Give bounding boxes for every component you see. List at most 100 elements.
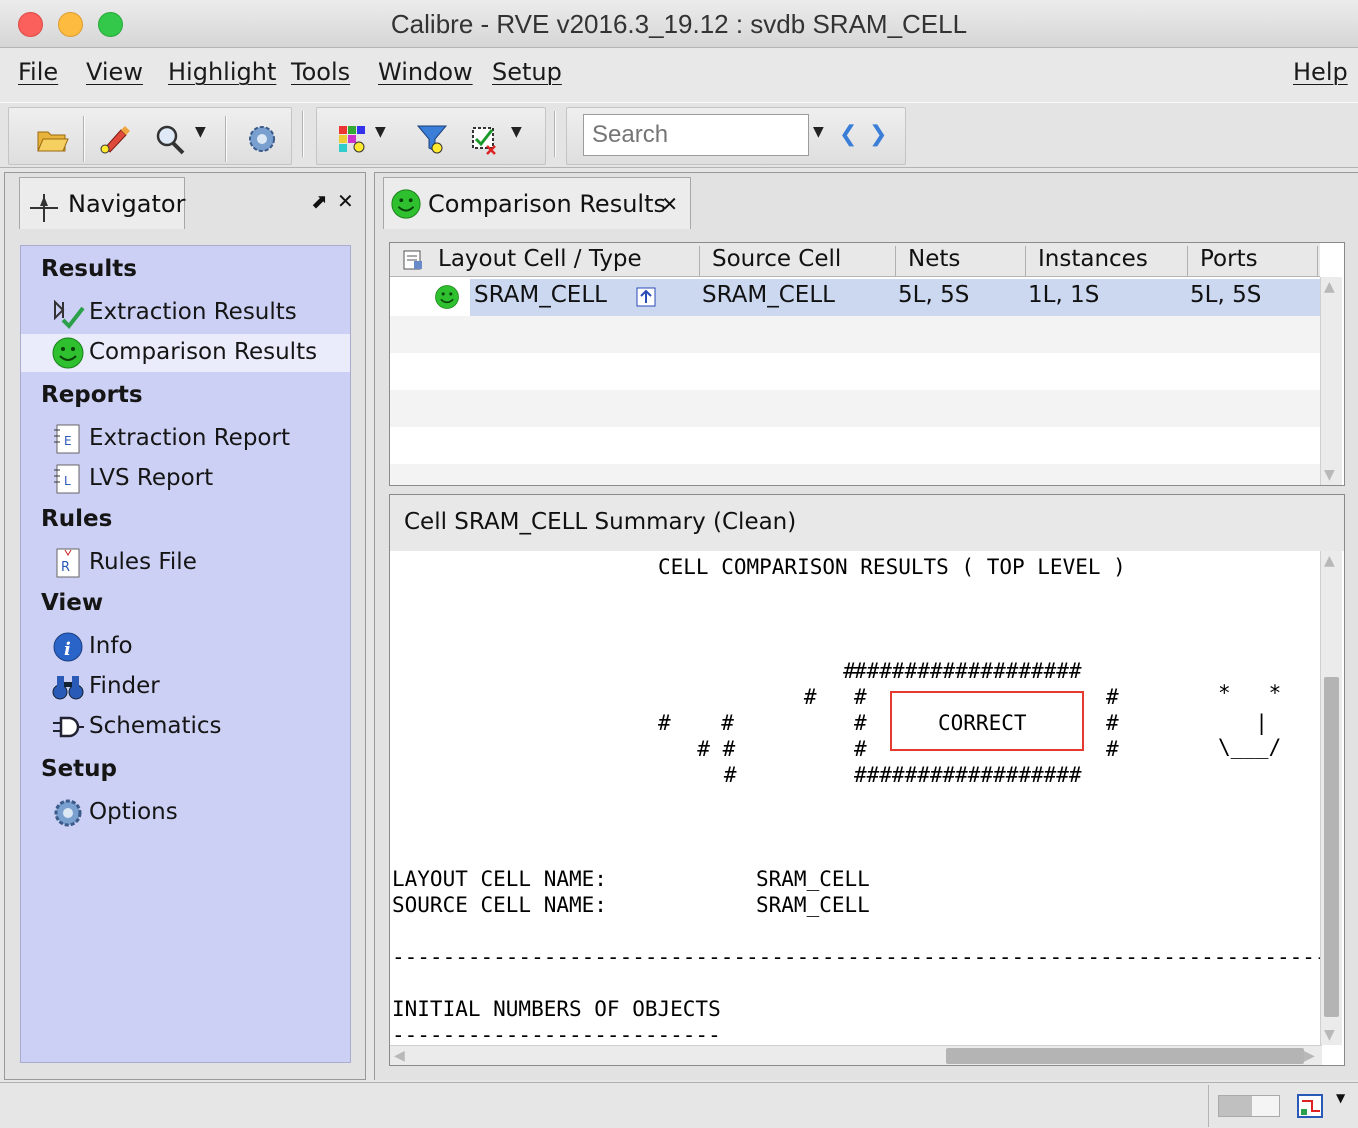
box-side-left: # (854, 737, 867, 761)
check-art-line: # (742, 659, 856, 683)
nav-back-icon[interactable]: ❮ (839, 122, 857, 147)
table-empty-row (390, 464, 1320, 485)
menu-tools[interactable]: Tools (291, 58, 350, 86)
lvs-report-icon: L (51, 462, 85, 496)
table-empty-row (390, 316, 1320, 353)
nav-item-label: Options (89, 799, 178, 825)
check-art-line: # # (658, 711, 734, 735)
summary-vertical-scrollbar[interactable]: ▲ ▼ (1320, 551, 1342, 1045)
section-rules: Rules (41, 506, 113, 532)
nav-item-label: Info (89, 633, 133, 659)
memory-gauge (1218, 1095, 1280, 1117)
scroll-thumb[interactable] (1324, 677, 1339, 1017)
schematic-gate-icon (51, 710, 85, 744)
results-table: Layout Cell / Type Source Cell Nets Inst… (389, 242, 1345, 486)
cell-hierarchy-icon[interactable] (634, 285, 658, 313)
check-dropdown-arrow[interactable]: ▼ (511, 124, 522, 140)
open-folder-icon[interactable] (35, 122, 69, 156)
extraction-report-icon: E (51, 422, 85, 456)
box-side-left: # (854, 685, 867, 709)
check-art-line: # (728, 685, 817, 709)
box-side-right: # (1106, 737, 1119, 761)
layout-dropdown-arrow[interactable]: ▼ (1336, 1091, 1345, 1105)
check-art-line: # # (672, 737, 736, 761)
result-correct: CORRECT (938, 711, 1027, 735)
nav-item-label: Schematics (89, 713, 222, 739)
source-cell-label: SOURCE CELL NAME: (392, 893, 607, 917)
smiley-correct-icon (390, 188, 422, 226)
nav-item-label: Comparison Results (89, 339, 318, 365)
col-nets[interactable]: Nets (896, 246, 1026, 276)
table-row[interactable]: SRAM_CELL SRAM_CELL 5L, 5S 1L, 1S 5L, 5S (390, 279, 1320, 316)
scroll-right-arrow[interactable]: ▶ (1304, 1048, 1315, 1064)
section-setup: Setup (41, 756, 117, 782)
summary-header: Cell SRAM_CELL Summary (Clean) (390, 495, 1344, 551)
table-header: Layout Cell / Type Source Cell Nets Inst… (390, 243, 1320, 277)
box-top-line: ################## (854, 659, 1082, 683)
scroll-up-arrow[interactable]: ▲ (1324, 553, 1335, 569)
filter-icon[interactable] (415, 122, 449, 156)
cell-ports: 5L, 5S (1190, 282, 1262, 308)
title-bar: Calibre - RVE v2016.3_19.12 : svdb SRAM_… (0, 0, 1358, 48)
col-instances[interactable]: Instances (1026, 246, 1188, 276)
col-ports[interactable]: Ports (1188, 246, 1318, 276)
cell-source: SRAM_CELL (702, 282, 835, 308)
check-cell-icon[interactable] (467, 122, 501, 156)
gear-icon[interactable] (245, 122, 279, 156)
face-art-line: \___/ (1218, 735, 1282, 759)
box-side-left: # (854, 711, 867, 735)
table-options-icon[interactable] (402, 249, 424, 275)
highlight-pen-icon[interactable] (97, 122, 131, 156)
col-layout-cell[interactable]: Layout Cell / Type (426, 246, 700, 276)
layout-cell-value: SRAM_CELL (756, 867, 870, 891)
section-results: Results (41, 256, 137, 282)
menu-window[interactable]: Window (378, 58, 473, 86)
zoom-icon[interactable] (153, 122, 187, 156)
search-dropdown-arrow[interactable]: ▼ (813, 124, 824, 140)
nav-comparison-results[interactable]: Comparison Results (21, 334, 350, 372)
nav-item-label: Extraction Report (89, 425, 290, 451)
scroll-down-arrow[interactable]: ▼ (1324, 467, 1335, 483)
nav-item-label: Extraction Results (89, 299, 297, 325)
col-source-cell[interactable]: Source Cell (700, 246, 896, 276)
scroll-down-arrow[interactable]: ▼ (1324, 1027, 1335, 1043)
menu-setup[interactable]: Setup (492, 58, 562, 86)
svg-text:R: R (61, 560, 70, 575)
layout-window-icon[interactable] (1296, 1091, 1326, 1121)
cell-instances: 1L, 1S (1028, 282, 1100, 308)
nav-forward-icon[interactable]: ❯ (869, 122, 887, 147)
table-vertical-scrollbar[interactable]: ▲ ▼ (1320, 277, 1342, 485)
menu-file[interactable]: File (18, 58, 58, 86)
status-bar: ▼ (0, 1082, 1358, 1128)
smiley-correct-icon (51, 336, 85, 370)
color-palette-icon[interactable] (335, 122, 369, 156)
memory-gauge-fill (1219, 1096, 1252, 1116)
close-panel-icon[interactable]: ✕ (337, 189, 354, 213)
scroll-left-arrow[interactable]: ◀ (394, 1048, 405, 1064)
window-title: Calibre - RVE v2016.3_19.12 : svdb SRAM_… (390, 9, 968, 39)
search-input[interactable] (583, 114, 809, 156)
zoom-dropdown-arrow[interactable]: ▼ (195, 124, 206, 140)
check-art-line: # (686, 763, 737, 787)
navigator-panel: Navigator ⬈ ✕ Results Extraction Results… (4, 172, 366, 1080)
menu-view[interactable]: View (86, 58, 143, 86)
table-empty-row (390, 390, 1320, 427)
navigator-tab[interactable]: Navigator (19, 177, 185, 229)
navigator-tab-label: Navigator (68, 190, 186, 218)
scroll-up-arrow[interactable]: ▲ (1324, 279, 1335, 295)
scroll-thumb[interactable] (946, 1048, 1304, 1064)
palette-dropdown-arrow[interactable]: ▼ (375, 124, 386, 140)
table-empty-row (390, 353, 1320, 390)
tab-comparison-results[interactable]: Comparison Results ✕ (383, 177, 691, 229)
close-tab-icon[interactable]: ✕ (661, 192, 678, 216)
menu-bar: File View Highlight Tools Window Setup H… (0, 48, 1358, 102)
source-cell-value: SRAM_CELL (756, 893, 870, 917)
menu-help[interactable]: Help (1293, 58, 1348, 86)
menu-highlight[interactable]: Highlight (168, 58, 276, 86)
smiley-correct-icon (434, 284, 460, 314)
summary-horizontal-scrollbar[interactable]: ◀ ▶ (390, 1045, 1322, 1065)
binoculars-icon (51, 670, 85, 704)
float-panel-icon[interactable]: ⬈ (311, 189, 328, 213)
toolbar-group-view: ▼ ▼ (316, 107, 546, 165)
cell-nets: 5L, 5S (898, 282, 970, 308)
